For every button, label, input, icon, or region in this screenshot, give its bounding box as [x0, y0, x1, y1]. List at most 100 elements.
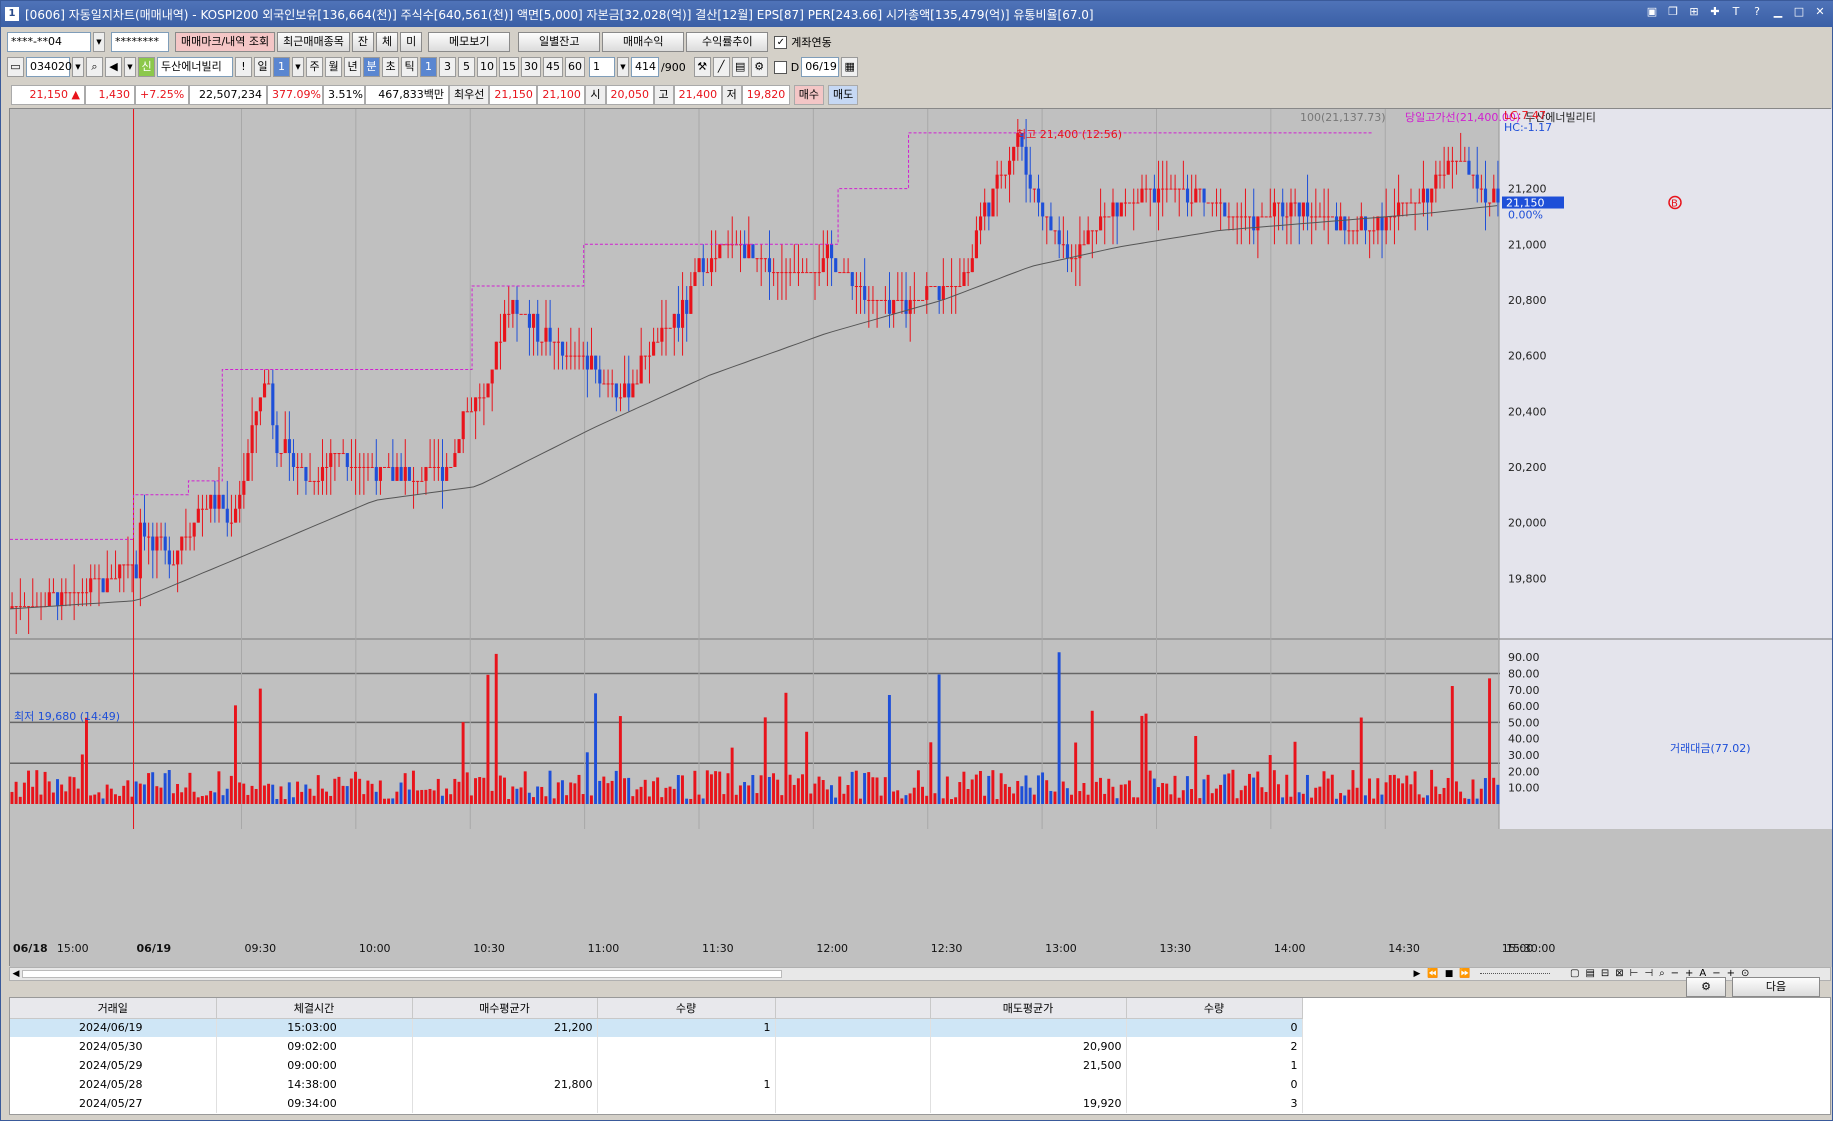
chart-scrollbar[interactable]: ◀ ▶ ⏪ ■ ⏩ ▢▤⊟⊠⊢⊣⌕−+A−+⊙	[9, 967, 1831, 981]
col-exec-time[interactable]: 체결시간	[216, 998, 413, 1019]
interval-60[interactable]: 60	[565, 57, 585, 77]
candle-body	[296, 466, 300, 468]
price-volume-chart[interactable]: 21,200 21,000 20,800 20,600 20,400 20,200 20,0…	[9, 109, 1832, 967]
period-second[interactable]: 초	[382, 57, 399, 77]
table-row[interactable]: 2024/05/28 14:38:00 21,800 1 0	[10, 1075, 1303, 1094]
minimize-icon[interactable]: ▁	[1772, 6, 1784, 18]
table-row[interactable]: 2024/05/30 09:02:00 20,900 2	[10, 1037, 1303, 1056]
col-sell-avg[interactable]: 매도평균가	[930, 998, 1127, 1019]
help-icon[interactable]: ?	[1751, 6, 1763, 18]
col-sell-qty[interactable]: 수량	[1126, 998, 1303, 1019]
speaker-icon[interactable]: ◀	[105, 57, 122, 77]
volume-bar	[461, 722, 465, 804]
table-row[interactable]: 2024/06/19 15:03:00 21,200 1 0	[10, 1018, 1303, 1037]
daily-balance-button[interactable]: 일별잔고	[518, 32, 601, 52]
period-tick[interactable]: 틱	[401, 57, 418, 77]
account-link-checkbox[interactable]: ✓	[774, 35, 788, 49]
trade-mark-button[interactable]: 매매마크/내역 조회	[175, 32, 276, 52]
period-week[interactable]: 주	[306, 57, 323, 77]
best-bid: 21,100	[537, 85, 586, 105]
balance-button[interactable]: 잔	[351, 32, 375, 52]
layout-icon[interactable]: ▣	[1646, 6, 1658, 18]
candle-body	[1036, 188, 1041, 203]
scroll-right-icon[interactable]: ▶	[1410, 968, 1424, 980]
scroll-left-icon[interactable]: ◀	[10, 968, 22, 980]
unit-dropdown-icon[interactable]: ▼	[617, 57, 629, 77]
candle-body	[399, 466, 403, 481]
memo-button[interactable]: 메모보기	[428, 32, 511, 52]
trade-profit-button[interactable]: 매매수익	[602, 32, 685, 52]
candle-body	[304, 466, 308, 481]
volume-bar	[1363, 795, 1367, 804]
volume-bar	[68, 776, 72, 804]
calendar-icon[interactable]: ▦	[841, 57, 859, 77]
interval-15[interactable]: 15	[499, 57, 519, 77]
close-icon[interactable]: ✕	[1814, 6, 1826, 18]
rewind-icon[interactable]: ⏪	[1426, 968, 1440, 980]
stop-icon[interactable]: ■	[1442, 968, 1456, 980]
chart-area[interactable]: 21,200 21,000 20,800 20,600 20,400 20,200 20,0…	[9, 108, 1832, 967]
candle-body	[1223, 202, 1227, 217]
chart-tool-icon[interactable]: ⚒	[693, 57, 711, 77]
copy-window-icon[interactable]: ❐	[1667, 6, 1679, 18]
period-year[interactable]: 년	[344, 57, 361, 77]
buy-button[interactable]: 매수	[793, 85, 824, 105]
period-month[interactable]: 월	[325, 57, 342, 77]
next-button[interactable]: 다음	[1732, 977, 1820, 997]
interval-45[interactable]: 45	[543, 57, 563, 77]
tile-icon[interactable]: ⊞	[1688, 6, 1700, 18]
table-row[interactable]: 2024/05/29 09:00:00 21,500 1	[10, 1056, 1303, 1075]
code-dropdown-icon[interactable]: ▼	[72, 57, 84, 77]
alert-icon[interactable]: !	[235, 57, 252, 77]
col-trade-date[interactable]: 거래일	[10, 998, 217, 1019]
settings-icon[interactable]: ⚙	[750, 57, 768, 77]
table-row[interactable]: 2024/05/27 09:34:00 19,920 3	[10, 1094, 1303, 1113]
executed-button[interactable]: 체	[376, 32, 399, 52]
recent-trades-button[interactable]: 최근매매종목	[277, 32, 350, 52]
account-dropdown-icon[interactable]: ▼	[93, 32, 105, 52]
period-day-count[interactable]: 1	[273, 57, 290, 77]
unexecuted-button[interactable]: 미	[400, 32, 423, 52]
pin-icon[interactable]: ✚	[1709, 6, 1721, 18]
window-icon[interactable]: ▭	[7, 57, 24, 77]
volume-bar	[1219, 784, 1222, 804]
sell-button[interactable]: 매도	[828, 85, 859, 105]
period-minute[interactable]: 분	[363, 57, 380, 77]
maximize-icon[interactable]: □	[1793, 6, 1805, 18]
day-dropdown-icon[interactable]: ▼	[292, 57, 304, 77]
account-input[interactable]: ****-**04	[7, 32, 91, 52]
date-input[interactable]: 06/19	[801, 57, 840, 77]
fast-forward-icon[interactable]: ⏩	[1458, 968, 1472, 980]
interval-5[interactable]: 5	[458, 57, 475, 77]
unit-input[interactable]: 1	[589, 57, 615, 77]
interval-1[interactable]: 1	[420, 57, 437, 77]
candle-body	[308, 480, 312, 482]
table-settings-icon[interactable]: ⚙	[1686, 977, 1726, 997]
period-day[interactable]: 일	[254, 57, 271, 77]
col-buy-avg[interactable]: 매수평균가	[412, 998, 598, 1019]
speaker-dropdown-icon[interactable]: ▼	[124, 57, 136, 77]
font-size-icon[interactable]: T	[1730, 6, 1742, 18]
search-icon[interactable]: ⌕	[86, 57, 103, 77]
table-cell: 2024/05/29	[10, 1056, 217, 1075]
candle-body	[163, 536, 167, 551]
interval-10[interactable]: 10	[477, 57, 497, 77]
profit-rate-button[interactable]: 수익률추이	[686, 32, 769, 52]
interval-30[interactable]: 30	[521, 57, 541, 77]
candle-body	[494, 341, 498, 370]
volume-bar	[1372, 798, 1376, 804]
candle-body	[180, 536, 184, 551]
scroll-thumb[interactable]	[22, 970, 782, 978]
password-input[interactable]: ********	[111, 32, 169, 52]
zoom-slider[interactable]	[1480, 973, 1550, 975]
volume-bar	[126, 780, 130, 804]
draw-tool-icon[interactable]: ╱	[712, 57, 730, 77]
volume-bar	[954, 797, 958, 804]
interval-3[interactable]: 3	[439, 57, 456, 77]
save-icon[interactable]: ▤	[731, 57, 749, 77]
col-buy-qty[interactable]: 수량	[597, 998, 776, 1019]
volume-bar	[1467, 798, 1471, 804]
date-checkbox[interactable]	[773, 60, 787, 74]
stock-code-input[interactable]: 034020	[26, 57, 72, 77]
count-input[interactable]: 414	[631, 57, 659, 77]
